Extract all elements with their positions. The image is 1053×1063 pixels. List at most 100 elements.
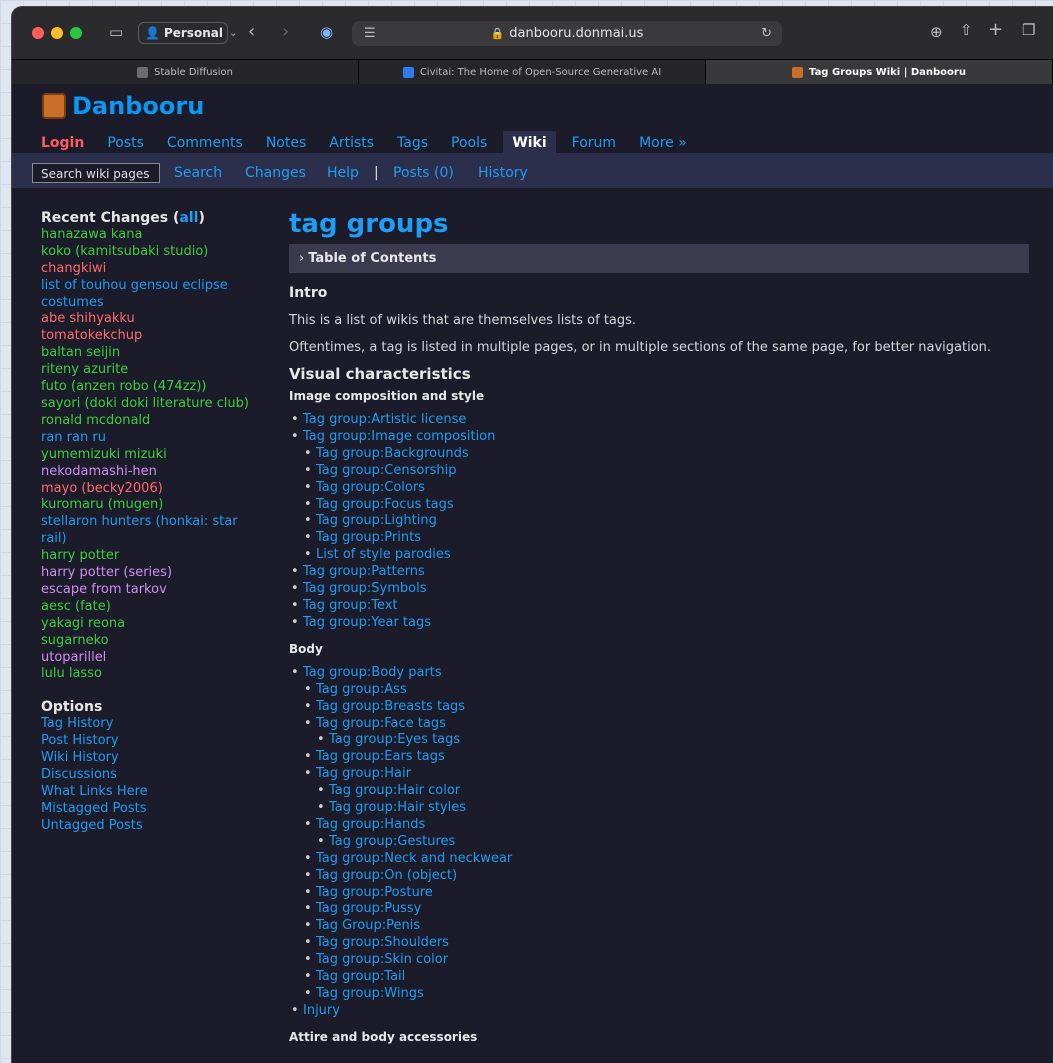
tag-group-link[interactable]: Tag group:Face tags [304,716,1029,733]
tag-group-link[interactable]: Tag group:Hands [304,817,1029,834]
tag-group-link[interactable]: Tag group:Artistic license [291,412,1029,429]
privacy-shield-icon[interactable]: ◉ [320,23,333,41]
tag-group-link[interactable]: Tag group:Hair [304,766,1029,783]
subnav-history-link[interactable]: History [478,165,528,181]
recent-change-link[interactable]: ran ran ru [41,430,281,447]
close-window-button[interactable] [32,27,44,39]
minimize-window-button[interactable] [51,27,63,39]
tag-group-link[interactable]: Tag group:Image composition [291,429,1029,446]
recent-change-link[interactable]: nekodamashi-hen [41,464,281,481]
tab-overview-icon[interactable]: ☰ [364,26,376,41]
tag-group-link[interactable]: Tag group:Eyes tags [317,732,1029,749]
tag-group-link[interactable]: Tag group:Posture [304,885,1029,902]
new-tab-icon[interactable]: + [988,19,1003,40]
tag-group-link[interactable]: Tag group:Prints [304,530,1029,547]
browser-tab[interactable]: Civitai: The Home of Open-Source Generat… [359,60,706,84]
tag-group-link[interactable]: Tag group:Censorship [304,463,1029,480]
recent-change-link[interactable]: baltan seijin [41,345,281,362]
wiki-search-input[interactable]: Search wiki pages [32,163,160,183]
tab-label: Civitai: The Home of Open-Source Generat… [419,66,662,78]
recent-change-link[interactable]: yumemizuki mizuki [41,447,281,464]
back-icon[interactable]: ‹ [248,21,255,42]
tag-group-link[interactable]: Tag group:Text [291,598,1029,615]
tag-group-link[interactable]: Tag group:Backgrounds [304,446,1029,463]
tag-group-link[interactable]: Tag group:Gestures [317,834,1029,851]
lock-icon: 🔒 [490,27,505,40]
tag-group-link[interactable]: Tag group:On (object) [304,868,1029,885]
tag-group-link[interactable]: Tag group:Patterns [291,564,1029,581]
option-link[interactable]: Untagged Posts [41,818,281,835]
tag-group-link[interactable]: Tag group:Pussy [304,901,1029,918]
tag-group-link[interactable]: Tag group:Hair color [317,783,1029,800]
recent-change-link[interactable]: rail) [41,531,281,548]
tag-group-link[interactable]: Tag group:Ears tags [304,749,1029,766]
recent-change-link[interactable]: riteny azurite [41,362,281,379]
subnav-changes-link[interactable]: Changes [245,165,306,181]
recent-change-link[interactable]: tomatokekchup [41,328,281,345]
recent-change-link[interactable]: hanazawa kana [41,227,281,244]
tag-group-link[interactable]: Tag group:Year tags [291,615,1029,632]
subnav-posts-link[interactable]: Posts (0) [393,165,454,181]
recent-change-link[interactable]: sayori (doki doki literature club) [41,396,281,413]
tag-group-link[interactable]: Tag group:Body parts [291,665,1029,682]
recent-change-link[interactable]: ronald mcdonald [41,413,281,430]
option-link[interactable]: Discussions [41,767,281,784]
recent-change-link[interactable]: koko (kamitsubaki studio) [41,244,281,261]
recent-change-link[interactable]: harry potter (series) [41,565,281,582]
subnav-search-link[interactable]: Search [174,165,222,181]
tag-group-link[interactable]: Tag group:Lighting [304,513,1029,530]
recent-change-link[interactable]: harry potter [41,548,281,565]
web-page: Danbooru Login Posts Comments Notes Artists T… [12,84,1053,1063]
tag-group-link[interactable]: Tag Group:Penis [304,918,1029,935]
address-bar[interactable]: ☰ 🔒 danbooru.donmai.us ↻ [352,21,782,46]
browser-tab[interactable]: Tag Groups Wiki | Danbooru [706,60,1053,84]
forward-icon[interactable]: › [282,21,289,42]
tag-group-link[interactable]: List of style parodies [304,547,1029,564]
recent-change-link[interactable]: abe shihyakku [41,311,281,328]
recent-change-link[interactable]: escape from tarkov [41,582,281,599]
recent-change-link[interactable]: list of touhou gensou eclipse [41,278,281,295]
reload-icon[interactable]: ↻ [761,26,772,41]
tag-group-link[interactable]: Tag group:Tail [304,969,1029,986]
option-link[interactable]: Tag History [41,716,281,733]
site-logo[interactable]: Danbooru [42,92,204,120]
option-link[interactable]: Wiki History [41,750,281,767]
share-icon[interactable]: ⇧ [960,21,973,39]
download-icon[interactable]: ⊕ [930,23,943,41]
recent-change-link[interactable]: lulu lasso [41,666,281,683]
recent-change-link[interactable]: mayo (becky2006) [41,481,281,498]
tag-group-link[interactable]: Tag group:Symbols [291,581,1029,598]
tag-group-link[interactable]: Tag group:Wings [304,986,1029,1003]
tag-group-link[interactable]: Tag group:Neck and neckwear [304,851,1029,868]
tag-group-link[interactable]: Tag group:Hair styles [317,800,1029,817]
recent-change-link[interactable]: aesc (fate) [41,599,281,616]
recent-changes-all-link[interactable]: all [179,210,198,226]
tag-group-link[interactable]: Injury [291,1003,1029,1020]
recent-change-link[interactable]: futo (anzen robo (474zz)) [41,379,281,396]
tag-group-link[interactable]: Tag group:Colors [304,480,1029,497]
zoom-window-button[interactable] [70,27,82,39]
tag-group-link[interactable]: Tag group:Skin color [304,952,1029,969]
browser-tab[interactable]: Stable Diffusion [12,60,359,84]
subnav-separator: | [374,165,379,181]
tag-group-link[interactable]: Tag group:Shoulders [304,935,1029,952]
tag-group-link[interactable]: Tag group:Ass [304,682,1029,699]
table-of-contents-toggle[interactable]: › Table of Contents [289,244,1029,273]
tag-group-link[interactable]: Tag group:Focus tags [304,497,1029,514]
tag-group-link[interactable]: Tag group:Breasts tags [304,699,1029,716]
option-link[interactable]: Post History [41,733,281,750]
subnav-help-link[interactable]: Help [327,165,359,181]
recent-change-link[interactable]: changkiwi [41,261,281,278]
recent-change-link[interactable]: costumes [41,295,281,312]
recent-change-link[interactable]: yakagi reona [41,616,281,633]
option-link[interactable]: What Links Here [41,784,281,801]
option-link[interactable]: Mistagged Posts [41,801,281,818]
recent-change-link[interactable]: kuromaru (mugen) [41,497,281,514]
image-composition-list: Tag group:Artistic licenseTag group:Imag… [289,412,1029,632]
recent-change-link[interactable]: utoparillel [41,650,281,667]
sidebar-toggle-icon[interactable]: ▭ [109,23,123,41]
recent-change-link[interactable]: stellaron hunters (honkai: star [41,514,281,531]
profile-button[interactable]: 👤 Personal ⌄ [138,22,237,44]
tab-overview-icon[interactable]: ❐ [1022,21,1035,39]
recent-change-link[interactable]: sugarneko [41,633,281,650]
